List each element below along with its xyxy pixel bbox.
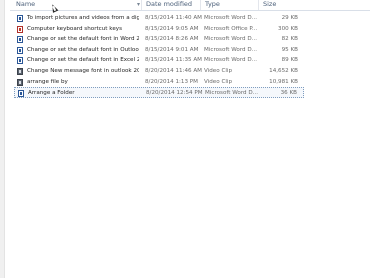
column-header-date[interactable]: Date modified bbox=[146, 0, 192, 10]
file-size: 82 KB bbox=[281, 36, 298, 43]
navigation-pane-edge bbox=[0, 0, 5, 278]
file-size: 89 KB bbox=[281, 57, 298, 64]
file-date: 8/20/2014 1:13 PM bbox=[145, 78, 198, 85]
file-size: 14,652 KB bbox=[269, 67, 298, 74]
file-row[interactable]: To import pictures and videos from a dig… bbox=[14, 13, 304, 24]
file-type: Microsoft Word D... bbox=[204, 46, 258, 53]
file-size: 36 KB bbox=[280, 90, 297, 97]
file-type: Video Clip bbox=[204, 78, 233, 85]
file-date: 8/15/2014 9:05 AM bbox=[145, 25, 199, 32]
file-type: Video Clip bbox=[204, 67, 233, 74]
file-date: 8/15/2014 8:26 AM bbox=[145, 36, 199, 43]
file-row[interactable]: arrange file by 8/20/2014 1:13 PM Video … bbox=[14, 77, 304, 88]
file-date: 8/20/2014 11:46 AM bbox=[145, 67, 203, 74]
video-clip-icon bbox=[17, 78, 23, 86]
video-clip-icon bbox=[17, 67, 23, 75]
file-row-selected[interactable]: Arrange a Folder 8/20/2014 12:54 PM Micr… bbox=[14, 87, 304, 98]
column-header-name[interactable]: Name bbox=[16, 0, 35, 10]
file-date: 8/15/2014 9:01 AM bbox=[145, 46, 199, 53]
file-name: Arrange a Folder bbox=[28, 90, 75, 97]
word-doc-icon bbox=[18, 90, 24, 98]
word-doc-icon bbox=[17, 15, 23, 22]
sort-chevron-icon[interactable]: ▾ bbox=[137, 1, 140, 8]
file-row[interactable]: Change New message font in outlook 2010 … bbox=[14, 66, 304, 77]
file-name: Change or set the default font in Word 2… bbox=[27, 36, 139, 43]
column-divider[interactable] bbox=[258, 0, 259, 10]
word-doc-icon bbox=[17, 57, 23, 65]
file-list: To import pictures and videos from a dig… bbox=[14, 13, 304, 98]
file-row[interactable]: Computer keyboard shortcut keys 8/15/201… bbox=[14, 24, 304, 35]
column-divider[interactable] bbox=[200, 0, 201, 10]
file-name: Change New message font in outlook 2010 bbox=[27, 67, 139, 74]
file-row[interactable]: Change or set the default font in Outloo… bbox=[14, 45, 304, 56]
file-row[interactable]: Change or set the default font in Excel … bbox=[14, 55, 304, 66]
file-type: Microsoft Word D... bbox=[204, 57, 258, 64]
word-doc-icon bbox=[17, 46, 23, 54]
file-date: 8/20/2014 12:54 PM bbox=[146, 90, 203, 97]
file-name: To import pictures and videos from a dig… bbox=[27, 15, 139, 21]
column-header-type[interactable]: Type bbox=[205, 0, 220, 10]
file-type: Microsoft Office P... bbox=[204, 25, 258, 32]
file-size: 29 KB bbox=[281, 15, 298, 21]
file-type: Microsoft Word D... bbox=[205, 90, 259, 97]
file-row[interactable]: Change or set the default font in Word 2… bbox=[14, 34, 304, 45]
column-divider[interactable] bbox=[141, 0, 142, 10]
file-name: Computer keyboard shortcut keys bbox=[27, 25, 122, 32]
file-size: 10,981 KB bbox=[269, 78, 298, 85]
file-explorer-window: Name ▾ Date modified Type Size To import… bbox=[0, 0, 370, 278]
file-name: Change or set the default font in Excel … bbox=[27, 57, 139, 64]
column-header-bar: Name ▾ Date modified Type Size bbox=[10, 0, 370, 11]
word-doc-icon bbox=[17, 36, 23, 44]
file-size: 95 KB bbox=[281, 46, 298, 53]
office-doc-icon bbox=[17, 25, 23, 33]
file-name: arrange file by bbox=[27, 78, 68, 85]
column-header-size[interactable]: Size bbox=[263, 0, 276, 10]
file-size: 300 KB bbox=[278, 25, 298, 32]
file-name: Change or set the default font in Outloo… bbox=[27, 46, 139, 53]
file-date: 8/15/2014 11:35 AM bbox=[145, 57, 203, 64]
file-date: 8/15/2014 11:40 AM bbox=[145, 15, 203, 21]
file-type: Microsoft Word D... bbox=[204, 15, 258, 21]
file-type: Microsoft Word D... bbox=[204, 36, 258, 43]
